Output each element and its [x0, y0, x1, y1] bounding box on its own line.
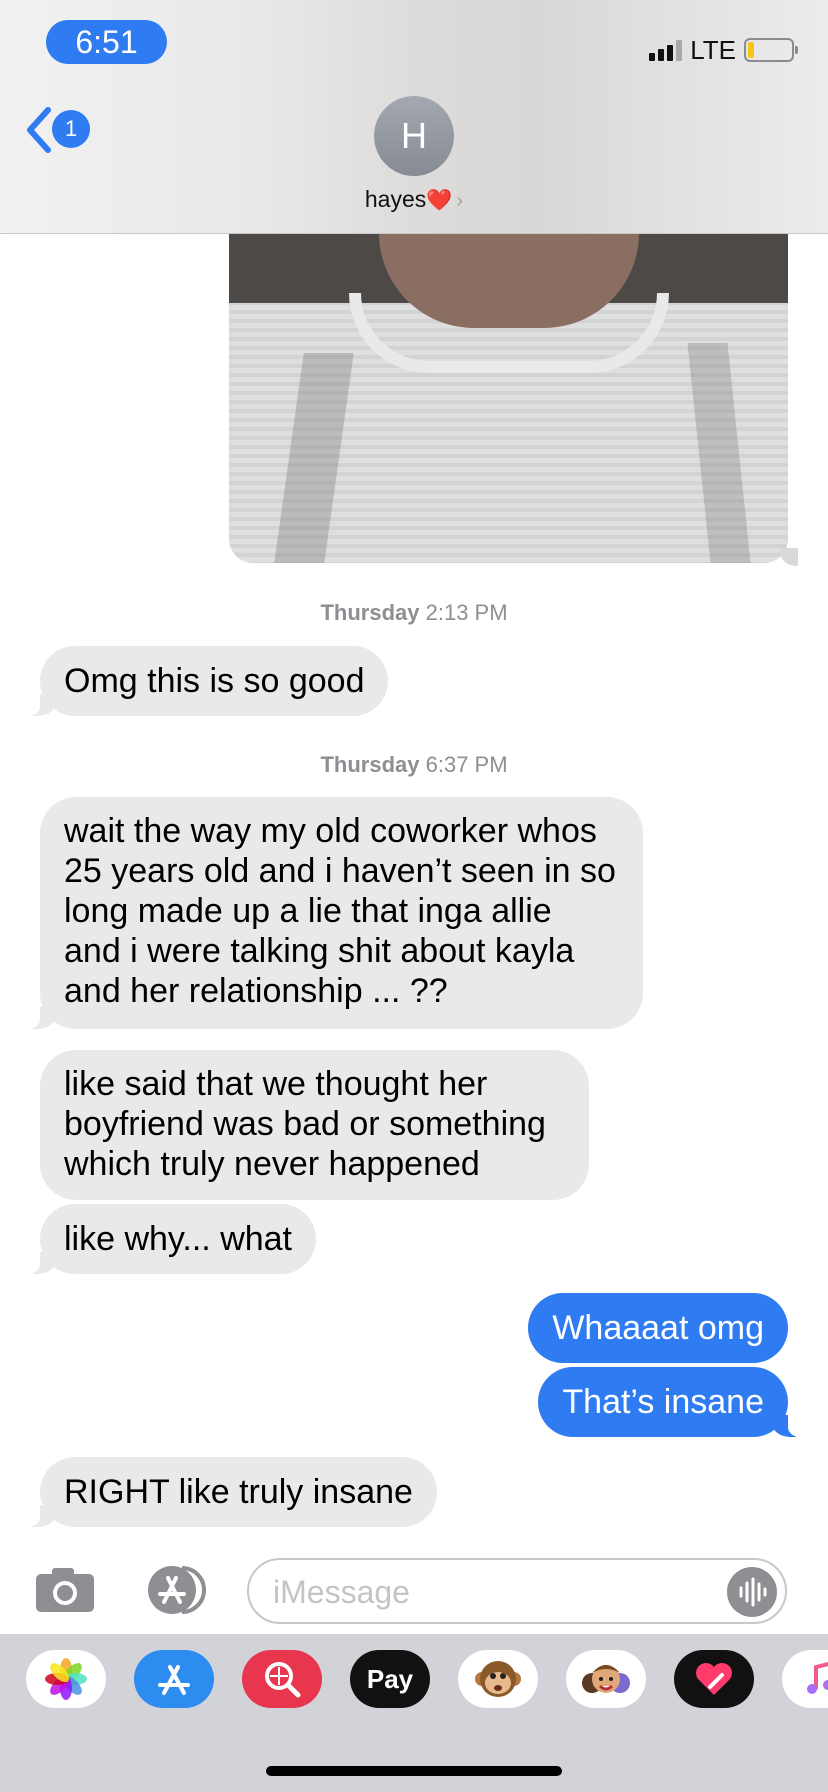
camera-icon	[36, 1568, 94, 1612]
photos-icon	[45, 1658, 87, 1700]
heart-icon	[696, 1663, 732, 1695]
message-input[interactable]: iMessage	[247, 1558, 787, 1624]
message-bubble-incoming[interactable]: wait the way my old coworker whos 25 yea…	[26, 797, 643, 1029]
monkey-icon	[475, 1661, 521, 1697]
image-search-icon	[265, 1662, 301, 1698]
photo-bubble-tail	[780, 548, 798, 566]
message-input-placeholder: iMessage	[273, 1574, 410, 1610]
battery-icon	[744, 38, 798, 62]
digital-touch-app-button[interactable]	[674, 1650, 754, 1708]
network-type: LTE	[690, 34, 736, 65]
status-time: 6:51	[46, 20, 167, 64]
signal-strength-icon	[649, 39, 683, 61]
unread-count-badge: 1	[52, 110, 90, 148]
image-search-app-button[interactable]	[242, 1650, 322, 1708]
contact-avatar[interactable]: H	[374, 96, 454, 176]
waveform-icon	[739, 1577, 767, 1607]
chevron-right-icon: ›	[456, 190, 464, 212]
app-store-button[interactable]	[140, 1564, 212, 1616]
audio-message-button[interactable]	[727, 1567, 777, 1617]
music-app-button[interactable]	[782, 1650, 828, 1708]
app-drawer: Pay	[0, 1634, 828, 1792]
contact-name: hayes	[364, 186, 427, 212]
photo-attachment[interactable]	[229, 233, 788, 563]
status-indicators: LTE	[649, 34, 798, 66]
animoji-app-button[interactable]	[458, 1650, 538, 1708]
music-note-icon	[807, 1661, 828, 1694]
red-heart-emoji-icon: ❤️	[426, 189, 453, 212]
message-bubble-incoming[interactable]: like why... what	[25, 1204, 317, 1274]
apple-pay-app-button[interactable]: Pay	[350, 1650, 430, 1708]
memoji-app-button[interactable]	[566, 1650, 646, 1708]
timestamp: Thursday 2:13 PM	[320, 600, 508, 625]
memoji-icon	[582, 1665, 630, 1693]
apple-pay-icon: Pay	[366, 1663, 414, 1694]
app-store-icon	[158, 1665, 190, 1695]
contact-name-row[interactable]: hayes❤️ ›	[0, 186, 828, 213]
message-bubble-incoming[interactable]: RIGHT like truly insane	[26, 1457, 437, 1527]
message-bubble-incoming[interactable]: Omg this is so good	[25, 646, 389, 716]
conversation-header: 6:51 LTE 1 H hayes❤️ ›	[0, 0, 828, 234]
message-bubble-outgoing[interactable]: That’s insane	[538, 1367, 802, 1437]
app-store-app-button[interactable]	[134, 1650, 214, 1708]
home-indicator	[266, 1766, 562, 1776]
chevron-left-icon	[27, 107, 51, 153]
message-bubble-incoming[interactable]: like said that we thought her boyfriend …	[40, 1050, 589, 1200]
app-store-icon	[148, 1566, 206, 1614]
back-button[interactable]: 1	[24, 106, 94, 154]
timestamp: Thursday 6:37 PM	[320, 752, 508, 777]
message-bubble-outgoing[interactable]: Whaaaat omg	[528, 1293, 788, 1363]
camera-button[interactable]	[34, 1566, 96, 1614]
photos-app-button[interactable]	[26, 1650, 106, 1708]
